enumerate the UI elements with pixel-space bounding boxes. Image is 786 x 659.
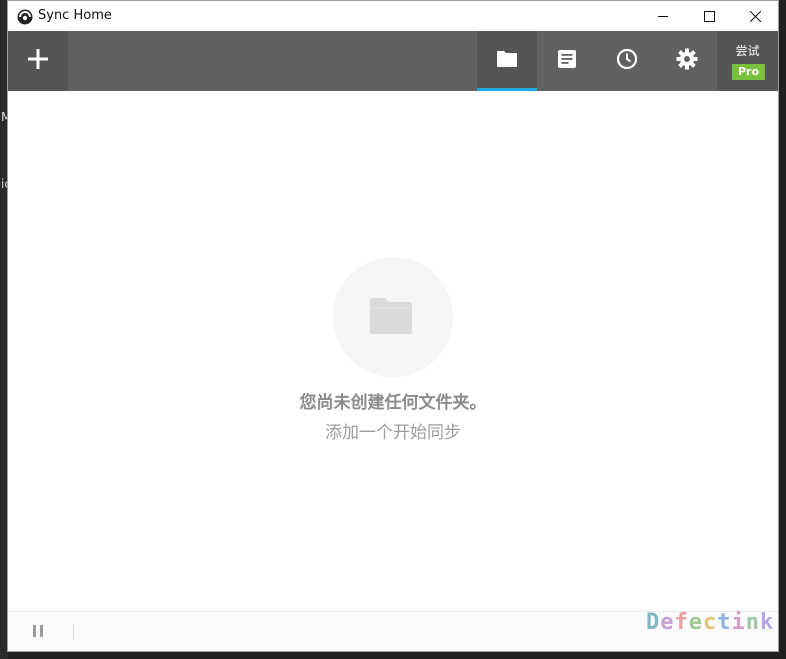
watermark-letter: n [745,610,760,635]
empty-state-subtitle: 添加一个开始同步 [325,423,461,443]
status-divider [73,624,74,640]
minimize-icon [657,11,669,22]
try-label: 尝试 [735,44,760,58]
watermark-letter: t [717,610,732,635]
maximize-icon [703,10,715,22]
try-pro-button[interactable]: 尝试 Pro [717,31,778,91]
app-logo-icon [17,9,33,25]
add-folder-button[interactable] [8,31,68,91]
watermark-letter: e [688,610,703,635]
maximize-button[interactable] [686,1,732,31]
status-bar: Defectink [8,610,778,651]
pro-badge: Pro [732,64,765,80]
tab-history[interactable] [537,31,597,91]
folder-icon [369,297,413,339]
close-button[interactable] [732,1,778,31]
folder-icon [496,50,518,72]
watermark-letter: D [646,610,661,635]
empty-state-title: 您尚未创建任何文件夹。 [299,393,487,413]
clock-icon [616,48,638,74]
app-window: Sync Home 尝试 Pro 您尚未创建任何文件夹。 添加一个开始同步 De… [7,0,779,652]
watermark-letter: k [760,610,775,635]
tab-preferences[interactable] [657,31,717,91]
watermark-letter: i [731,610,746,635]
tab-folders[interactable] [477,31,537,91]
minimize-button[interactable] [640,1,686,31]
watermark-text: Defectink [646,610,774,635]
window-title: Sync Home [38,8,112,23]
pause-sync-button[interactable] [30,624,46,640]
watermark-letter: c [703,610,718,635]
tab-recent[interactable] [597,31,657,91]
main-toolbar: 尝试 Pro [8,31,778,91]
gear-icon [676,48,698,74]
plus-icon [28,49,48,73]
empty-state-illustration [333,257,453,377]
close-icon [749,10,761,22]
folders-panel: 您尚未创建任何文件夹。 添加一个开始同步 [8,91,778,611]
watermark-letter: f [674,610,689,635]
watermark-letter: e [660,610,675,635]
title-bar[interactable]: Sync Home [8,1,778,31]
pause-icon [32,623,44,642]
document-icon [557,49,577,73]
watermark-label: Defectink [646,610,774,635]
